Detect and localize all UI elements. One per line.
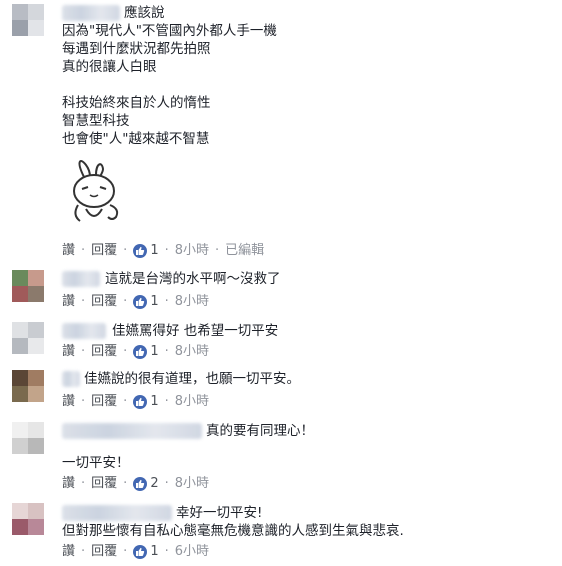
separator: · bbox=[123, 243, 128, 258]
comment-text-line: 智慧型科技 bbox=[62, 113, 130, 129]
separator: · bbox=[164, 544, 169, 559]
comment-actions: 讚 · 回覆 · 1 · 8小時 bbox=[62, 394, 209, 411]
comment-text-line: 每遇到什麼狀況都先拍照 bbox=[62, 41, 211, 57]
avatar[interactable] bbox=[12, 322, 44, 354]
separator: · bbox=[81, 344, 86, 359]
commenter-name[interactable] bbox=[62, 5, 120, 21]
reply-link[interactable]: 回覆 bbox=[91, 344, 117, 360]
timestamp[interactable]: 8小時 bbox=[175, 476, 209, 492]
timestamp[interactable]: 8小時 bbox=[175, 394, 209, 410]
avatar[interactable] bbox=[12, 503, 44, 535]
reply-link[interactable]: 回覆 bbox=[91, 394, 117, 410]
timestamp[interactable]: 8小時 bbox=[175, 344, 209, 360]
commenter-name[interactable] bbox=[62, 323, 106, 339]
thumbs-up-icon[interactable] bbox=[133, 244, 148, 258]
thumbs-up-icon[interactable] bbox=[133, 345, 148, 359]
comment-text-line: 佳嬿說的很有道理，也願一切平安。 bbox=[84, 371, 300, 387]
like-count[interactable]: 2 bbox=[150, 476, 158, 492]
thumbs-up-icon[interactable] bbox=[133, 477, 148, 491]
reply-link[interactable]: 回覆 bbox=[91, 544, 117, 560]
separator: · bbox=[123, 544, 128, 559]
comment-text-line: 佳嬿罵得好 也希望一切平安 bbox=[112, 323, 279, 339]
like-link[interactable]: 讚 bbox=[62, 243, 75, 259]
like-count[interactable]: 1 bbox=[150, 394, 158, 410]
comment-text-line: 但對那些懷有自私心態毫無危機意識的人感到生氣與悲哀. bbox=[62, 523, 404, 539]
avatar[interactable] bbox=[12, 4, 44, 36]
like-count[interactable]: 1 bbox=[150, 344, 158, 360]
commenter-name[interactable] bbox=[62, 423, 202, 439]
timestamp[interactable]: 8小時 bbox=[175, 294, 209, 310]
reply-link[interactable]: 回覆 bbox=[91, 476, 117, 492]
like-link[interactable]: 讚 bbox=[62, 294, 75, 310]
separator: · bbox=[123, 294, 128, 309]
separator: · bbox=[81, 544, 86, 559]
separator: · bbox=[123, 394, 128, 409]
separator: · bbox=[215, 243, 220, 258]
avatar[interactable] bbox=[12, 270, 44, 302]
comment-text-line: 真的要有同理心！ bbox=[206, 423, 314, 439]
thumbs-up-icon[interactable] bbox=[133, 295, 148, 309]
like-count[interactable]: 1 bbox=[150, 243, 158, 259]
comment-actions: 讚 · 回覆 · 1 · 8小時 · 已編輯 bbox=[62, 243, 264, 260]
commenter-name[interactable] bbox=[62, 371, 80, 387]
separator: · bbox=[164, 344, 169, 359]
reply-link[interactable]: 回覆 bbox=[91, 294, 117, 310]
comment-actions: 讚 · 回覆 · 1 · 6小時 bbox=[62, 544, 209, 561]
separator: · bbox=[123, 344, 128, 359]
comment-text-line: 科技始終來自於人的惰性 bbox=[62, 95, 211, 111]
separator: · bbox=[164, 294, 169, 309]
commenter-name[interactable] bbox=[62, 271, 100, 287]
comment-actions: 讚 · 回覆 · 1 · 8小時 bbox=[62, 294, 209, 311]
comment-actions: 讚 · 回覆 · 1 · 8小時 bbox=[62, 344, 209, 361]
like-link[interactable]: 讚 bbox=[62, 476, 75, 492]
comment-actions: 讚 · 回覆 · 2 · 8小時 bbox=[62, 476, 209, 493]
comment-text-line: 幸好一切平安! bbox=[176, 505, 263, 521]
comment-text-line: 這就是台灣的水平啊～沒救了 bbox=[105, 271, 281, 287]
like-count[interactable]: 1 bbox=[150, 544, 158, 560]
timestamp[interactable]: 8小時 bbox=[175, 243, 209, 259]
separator: · bbox=[123, 476, 128, 491]
rabbit-sticker bbox=[62, 157, 142, 231]
separator: · bbox=[81, 243, 86, 258]
like-link[interactable]: 讚 bbox=[62, 344, 75, 360]
separator: · bbox=[81, 476, 86, 491]
comment-text-line: 因為"現代人"不管國內外都人手一機 bbox=[62, 23, 277, 39]
separator: · bbox=[81, 294, 86, 309]
separator: · bbox=[164, 476, 169, 491]
edited-label[interactable]: 已編輯 bbox=[225, 243, 264, 259]
separator: · bbox=[164, 394, 169, 409]
comment-text-line: 應該說 bbox=[124, 5, 165, 21]
avatar[interactable] bbox=[12, 422, 44, 454]
comment-text-line: 真的很讓人白眼 bbox=[62, 59, 157, 75]
thumbs-up-icon[interactable] bbox=[133, 545, 148, 559]
separator: · bbox=[164, 243, 169, 258]
avatar[interactable] bbox=[12, 370, 44, 402]
like-link[interactable]: 讚 bbox=[62, 394, 75, 410]
comment-text-line: 一切平安！ bbox=[62, 455, 130, 471]
like-count[interactable]: 1 bbox=[150, 294, 158, 310]
reply-link[interactable]: 回覆 bbox=[91, 243, 117, 259]
thumbs-up-icon[interactable] bbox=[133, 395, 148, 409]
commenter-name[interactable] bbox=[62, 505, 172, 521]
like-link[interactable]: 讚 bbox=[62, 544, 75, 560]
separator: · bbox=[81, 394, 86, 409]
timestamp[interactable]: 6小時 bbox=[175, 544, 209, 560]
comment-text-line: 也會使"人"越來越不智慧 bbox=[62, 131, 210, 147]
